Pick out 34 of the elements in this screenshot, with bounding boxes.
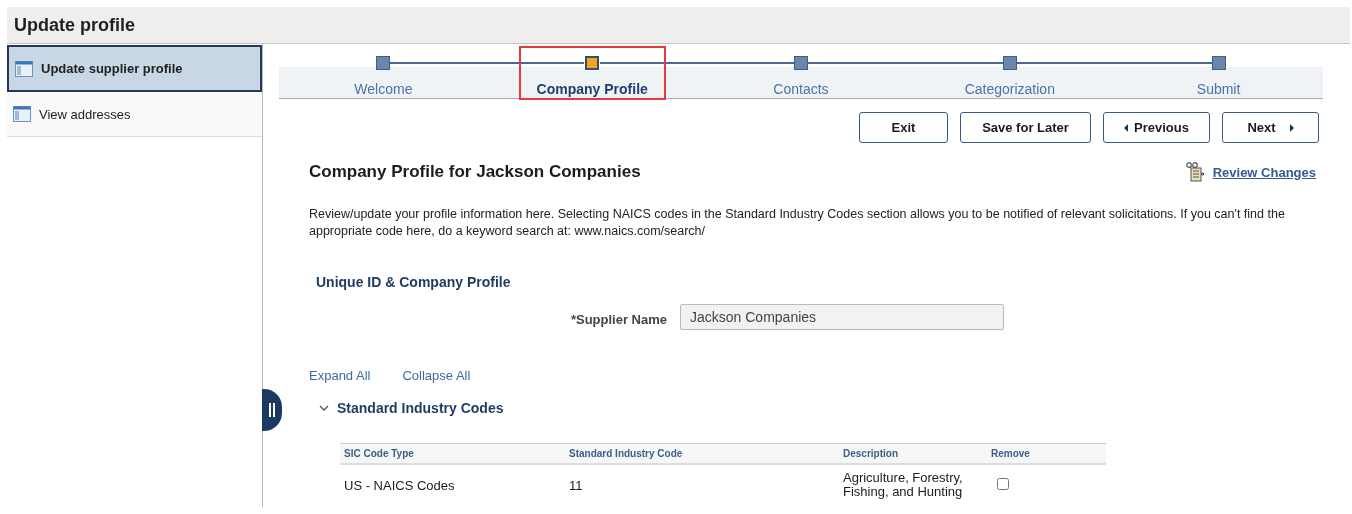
table-cell: 11	[565, 464, 839, 505]
column-header: Description	[839, 443, 987, 464]
step-tab[interactable]: Company Profile	[536, 81, 648, 97]
sidebar-item[interactable]: View addresses	[7, 92, 262, 137]
sidebar-item[interactable]: Update supplier profile	[7, 45, 262, 92]
column-header: Remove	[987, 443, 1106, 464]
collapse-handle[interactable]	[262, 389, 282, 431]
step-tab[interactable]: Welcome	[354, 81, 413, 97]
table-cell: US - NAICS Codes	[340, 464, 565, 505]
collapse-all-link[interactable]: Collapse All	[402, 368, 471, 383]
nav-button[interactable]: Previous	[1103, 112, 1210, 143]
remove-checkbox[interactable]	[997, 477, 1009, 490]
step-tab[interactable]: Categorization	[964, 81, 1055, 97]
review-changes-link[interactable]: Review Changes	[1212, 164, 1316, 180]
step-tab[interactable]: Contacts	[773, 81, 829, 97]
document-glasses-icon	[1185, 162, 1206, 182]
column-header: Standard Industry Code	[565, 443, 839, 464]
section-heading: Unique ID & Company Profile	[316, 274, 512, 290]
column-header: SIC Code Type	[340, 443, 565, 464]
group-header[interactable]: Standard Industry Codes	[319, 400, 504, 416]
window-icon	[15, 60, 33, 77]
page-title: Update profile	[14, 14, 135, 36]
expand-all-link[interactable]: Expand All	[309, 368, 371, 383]
nav-button[interactable]: Exit	[859, 112, 948, 143]
caret-icon	[1124, 123, 1130, 132]
section-heading: Company Profile for Jackson Companies	[309, 162, 641, 182]
description-text: Review/update your profile information here. Selecting NAICS codes in the Standard Industry Codes section allows you to be notified of relevant solicitations. If you can't find the appropriate code here, do a keyword search at: www.naics.com/search/	[309, 206, 1286, 240]
nav-button[interactable]: Next	[1222, 112, 1319, 143]
step-tab[interactable]: Submit	[1196, 81, 1241, 97]
nav-button[interactable]: Save for Later	[960, 112, 1091, 143]
table-cell: Agriculture, Forestry, Fishing, and Hunting	[839, 464, 987, 505]
window-icon	[13, 106, 31, 122]
field-label: *Supplier Name	[569, 311, 667, 327]
caret-icon	[1288, 123, 1294, 132]
